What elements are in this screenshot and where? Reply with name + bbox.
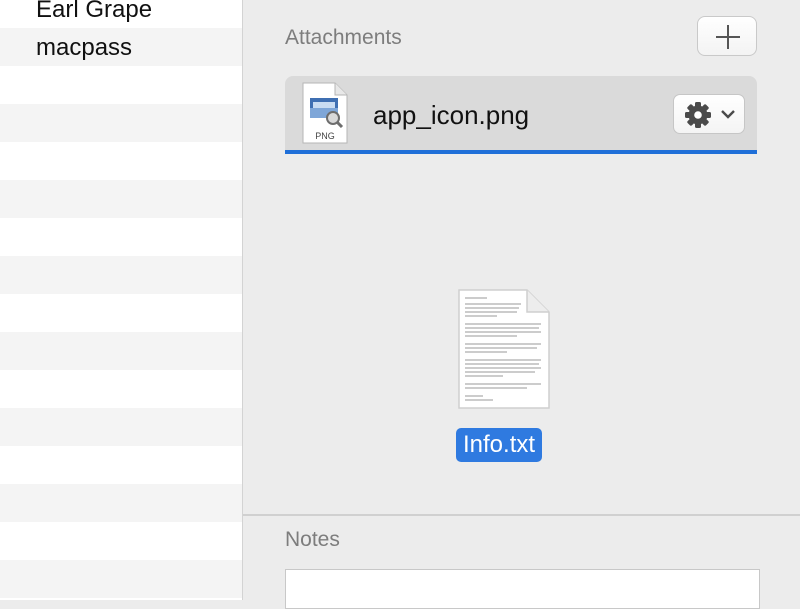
list-item-label: macpass [36, 34, 133, 61]
empty-row [0, 484, 242, 522]
png-file-icon: PNG [302, 82, 348, 144]
section-divider [243, 514, 800, 516]
empty-row [0, 332, 242, 370]
empty-row [0, 66, 242, 104]
attachment-actions-button[interactable] [673, 94, 745, 134]
empty-row [0, 370, 242, 408]
notes-textarea[interactable] [285, 569, 760, 609]
empty-row [0, 408, 242, 446]
gear-icon [685, 102, 711, 128]
empty-row [0, 256, 242, 294]
list-item-label: Earl Grape [36, 0, 153, 23]
empty-row [0, 522, 242, 560]
chevron-down-icon [721, 110, 735, 119]
list-item[interactable]: macpass [0, 28, 242, 66]
empty-row [0, 294, 242, 332]
list-item[interactable]: Earl Grape [0, 0, 242, 28]
file-type-badge: PNG [315, 131, 335, 141]
entries-list: Earl Grape macpass [0, 0, 243, 600]
focus-underline [285, 150, 757, 154]
text-document-icon[interactable] [457, 288, 551, 410]
empty-row [0, 446, 242, 484]
empty-row [0, 142, 242, 180]
attachment-name: app_icon.png [373, 100, 530, 130]
dropped-file-name[interactable]: Info.txt [456, 428, 543, 462]
attachments-pane: Attachments PNG app_icon.png Info.txt No… [243, 0, 800, 609]
empty-row [0, 560, 242, 598]
attachment-row[interactable]: PNG app_icon.png [285, 76, 757, 154]
empty-row [0, 218, 242, 256]
notes-title: Notes [285, 528, 340, 551]
empty-row [0, 180, 242, 218]
empty-row [0, 104, 242, 142]
attachments-title: Attachments [285, 26, 402, 49]
add-attachment-button[interactable] [697, 16, 757, 56]
